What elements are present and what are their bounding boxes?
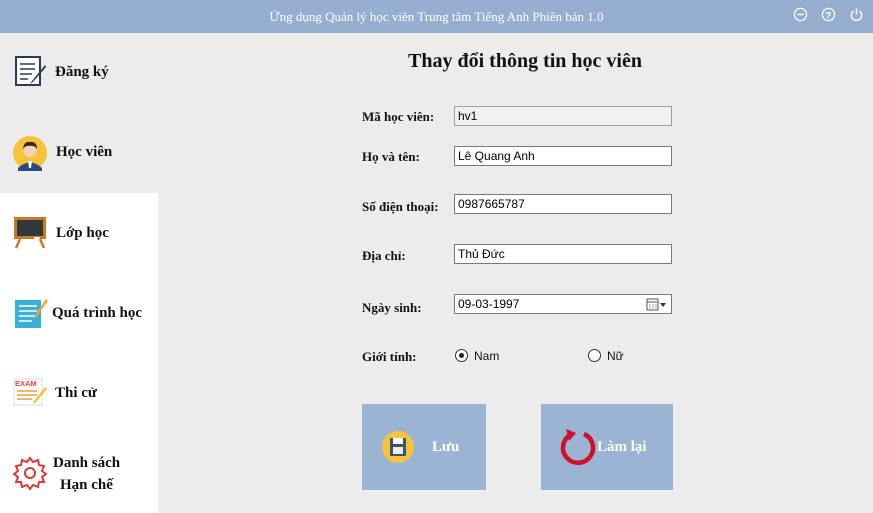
help-icon[interactable]: ? (821, 7, 836, 22)
phone-field[interactable]: 0987665787 (454, 194, 672, 214)
save-button[interactable]: Lưu (362, 404, 486, 490)
exam-icon: EXAM (13, 378, 47, 406)
student-icon (13, 136, 47, 171)
gender-radio-male[interactable] (455, 349, 468, 362)
sidebar-item-label: Hạn chế (60, 477, 113, 493)
phone-label: Số điện thoại: (362, 199, 439, 214)
gender-radio-female[interactable] (588, 349, 601, 362)
sidebar-item-label: Học viên (56, 144, 113, 160)
sidebar: Đăng ký Học viên Lớp học Quá trình học E… (0, 33, 158, 513)
birthdate-value: 09-03-1997 (458, 297, 520, 311)
fullname-label: Họ và tên: (362, 149, 420, 164)
gender-label: Giới tính: (362, 349, 417, 364)
sidebar-item-label: Danh sách (53, 455, 121, 471)
save-button-label: Lưu (432, 439, 460, 455)
sidebar-item-exams[interactable]: EXAM Thi cử (0, 353, 158, 433)
reload-icon (560, 429, 596, 465)
title-bar: Ứng dụng Quản lý học viên Trung tâm Tiến… (0, 0, 873, 33)
register-document-icon (15, 56, 46, 86)
minimize-icon[interactable] (793, 7, 808, 22)
student-id-field[interactable]: hv1 (454, 106, 672, 126)
sidebar-item-label: Quá trình học (52, 305, 143, 321)
address-label: Địa chỉ: (362, 248, 406, 263)
birthdate-label: Ngày sinh: (362, 300, 422, 315)
gender-option-male-label: Nam (474, 349, 500, 363)
floppy-disk-icon (382, 431, 414, 463)
gear-icon (12, 456, 48, 491)
sidebar-item-label: Đăng ký (55, 64, 109, 80)
window-title: Ứng dụng Quản lý học viên Trung tâm Tiến… (269, 9, 604, 24)
sidebar-item-restricted-list[interactable]: Danh sách Hạn chế (0, 433, 158, 513)
student-id-label: Mã học viên: (362, 109, 435, 124)
calendar-dropdown-icon[interactable] (646, 298, 668, 311)
sidebar-item-label: Thi cử (55, 385, 97, 401)
svg-text:EXAM: EXAM (15, 379, 37, 388)
blackboard-icon (14, 217, 46, 249)
address-field[interactable]: Thủ Đức (454, 244, 672, 264)
page-title: Thay đổi thông tin học viên (408, 50, 642, 72)
birthdate-picker[interactable]: 09-03-1997 (454, 294, 672, 314)
notepad-pencil-icon (15, 299, 48, 328)
fullname-field[interactable]: Lê Quang Anh (454, 146, 672, 166)
sidebar-item-students[interactable]: Học viên (0, 113, 158, 193)
sidebar-item-classes[interactable]: Lớp học (0, 193, 158, 273)
reset-button[interactable]: Làm lại (541, 404, 673, 490)
gender-option-female-label: Nữ (607, 349, 624, 363)
sidebar-item-progress[interactable]: Quá trình học (0, 273, 158, 353)
sidebar-item-register[interactable]: Đăng ký (0, 33, 158, 113)
reset-button-label: Làm lại (597, 439, 647, 455)
svg-text:?: ? (826, 10, 832, 20)
sidebar-item-label: Lớp học (56, 225, 109, 241)
power-icon[interactable] (849, 7, 864, 22)
